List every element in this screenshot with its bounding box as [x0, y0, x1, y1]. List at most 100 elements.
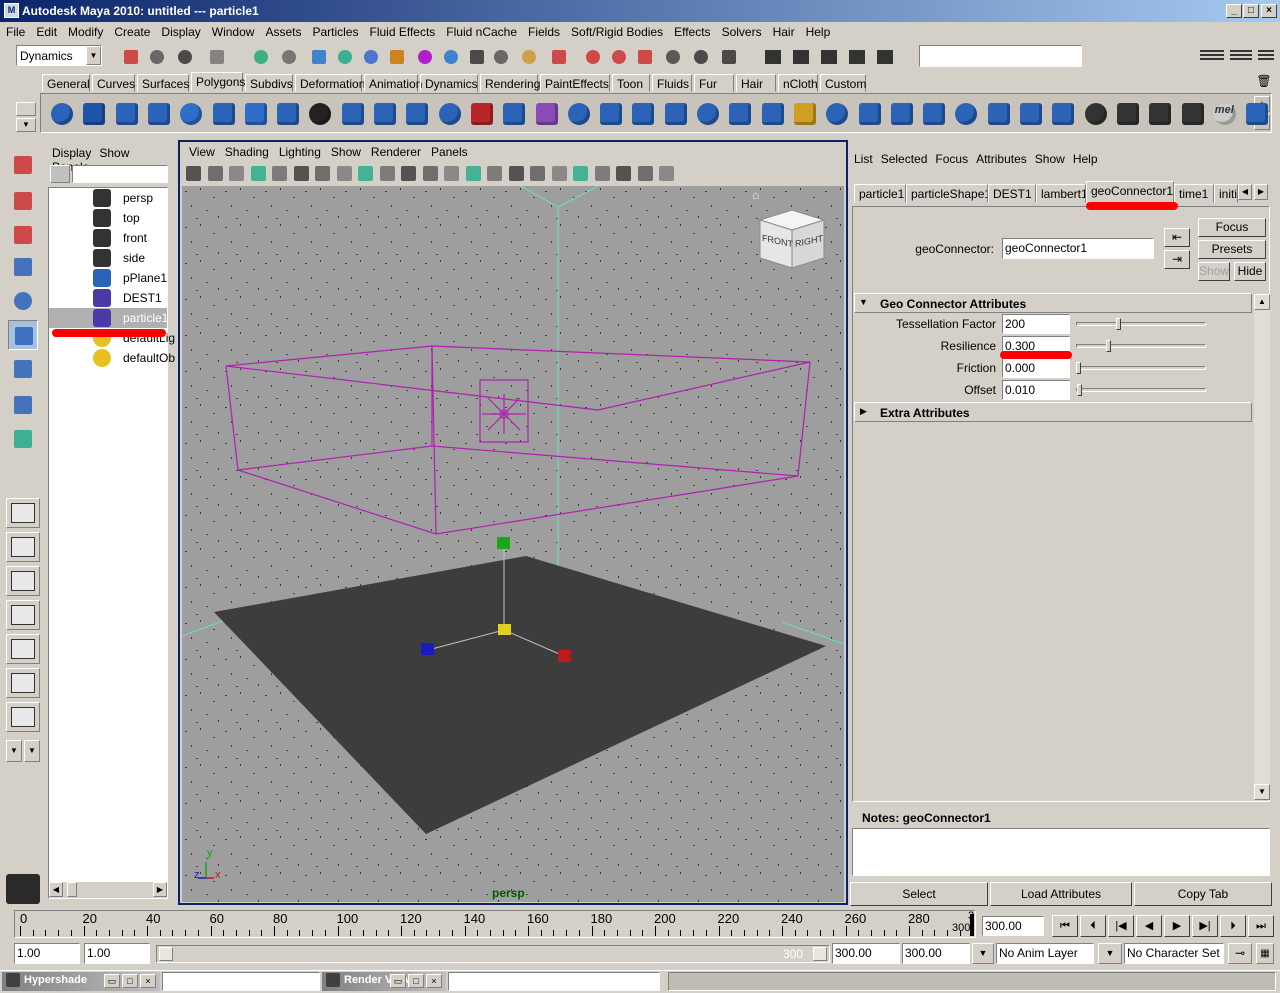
- smooth-icon[interactable]: [403, 100, 431, 128]
- ae-menu-list[interactable]: List: [850, 152, 877, 166]
- outliner-menu-display[interactable]: Display: [48, 146, 95, 160]
- ipr-render-icon[interactable]: [582, 46, 604, 68]
- menu-create[interactable]: Create: [108, 22, 155, 39]
- shadows-icon[interactable]: [528, 164, 547, 183]
- outliner-item-dest1[interactable]: DEST1: [49, 288, 167, 308]
- shelf-tab-hair[interactable]: Hair: [736, 74, 776, 92]
- menu-fields[interactable]: Fields: [522, 22, 565, 39]
- combine-icon[interactable]: [371, 100, 399, 128]
- film-gate-icon[interactable]: [292, 164, 311, 183]
- minimize-button[interactable]: _: [1226, 4, 1242, 18]
- poly-pipe-icon[interactable]: [274, 100, 302, 128]
- play-backwards-icon[interactable]: ◀: [1136, 915, 1162, 937]
- single-pane-layout-icon[interactable]: [6, 498, 40, 528]
- scroll-up-icon[interactable]: ▲: [1254, 294, 1270, 310]
- output-ops-icon[interactable]: [490, 46, 512, 68]
- outliner-item-front[interactable]: front: [49, 228, 167, 248]
- friction-slider-thumb[interactable]: [1076, 362, 1081, 374]
- end-time-field[interactable]: 300.00: [902, 943, 970, 964]
- node-name-field[interactable]: geoConnector1: [1002, 238, 1154, 259]
- menu-fluid-effects[interactable]: Fluid Effects: [363, 22, 440, 39]
- outliner-item-persp[interactable]: persp: [49, 188, 167, 208]
- shelf-tab-toon[interactable]: Toon: [612, 74, 650, 92]
- poly-cube-icon[interactable]: [80, 100, 108, 128]
- viewport-canvas[interactable]: y x z ⌂ FRONT RIGHT persp: [182, 186, 844, 902]
- snap-plane-icon[interactable]: [386, 46, 408, 68]
- minimized-window-render-view[interactable]: Render View ▭ □ ×: [322, 972, 446, 991]
- menu-effects[interactable]: Effects: [668, 22, 715, 39]
- poly-torus-icon[interactable]: [210, 100, 238, 128]
- shelf-tab-general[interactable]: General: [42, 74, 90, 92]
- separate-icon[interactable]: [339, 100, 367, 128]
- go-to-end-icon[interactable]: ⏭: [1248, 915, 1274, 937]
- ae-tab-dest1[interactable]: DEST1: [988, 184, 1036, 203]
- two-pane-layout-icon[interactable]: [6, 566, 40, 596]
- maximize-icon[interactable]: □: [122, 974, 138, 988]
- scroll-thumb[interactable]: [67, 882, 77, 897]
- save-scene-icon[interactable]: [174, 46, 196, 68]
- ae-menu-focus[interactable]: Focus: [931, 152, 972, 166]
- tab-scroll-left-icon[interactable]: ◀: [1238, 184, 1252, 200]
- scale-tool-icon[interactable]: [8, 320, 38, 350]
- shelf-chevron-down-icon[interactable]: ▼: [16, 118, 36, 132]
- clapper-3-icon[interactable]: [846, 46, 868, 68]
- outliner-menu-show[interactable]: Show: [95, 146, 133, 160]
- two-sided-lighting-icon[interactable]: [657, 164, 676, 183]
- checker-3-icon[interactable]: [1146, 100, 1174, 128]
- restore-icon[interactable]: ▭: [390, 974, 406, 988]
- focus-button[interactable]: Focus: [1198, 218, 1266, 237]
- texture-icon[interactable]: [550, 164, 569, 183]
- ae-tab-geoconnector1[interactable]: geoConnector1: [1086, 181, 1174, 203]
- maximize-icon[interactable]: □: [408, 974, 424, 988]
- restore-icon[interactable]: ▭: [104, 974, 120, 988]
- menu-solvers[interactable]: Solvers: [716, 22, 767, 39]
- menu-file[interactable]: File: [0, 22, 30, 39]
- ae-tab-particleshape1[interactable]: particleShape1: [906, 184, 988, 203]
- playback-start-field[interactable]: 1.00: [84, 943, 150, 964]
- attribute-editor-toggle-icon[interactable]: [1230, 48, 1252, 64]
- offset-edge-loop-icon[interactable]: [726, 100, 754, 128]
- command-input[interactable]: [919, 45, 1082, 67]
- viewport-menu-shading[interactable]: Shading: [220, 145, 274, 159]
- rotate-tool-icon[interactable]: [8, 286, 38, 316]
- shelf-tab-fluids[interactable]: Fluids: [652, 74, 692, 92]
- ae-tab-particle1[interactable]: particle1: [854, 184, 906, 203]
- step-back-frame-icon[interactable]: ⏴: [1080, 915, 1106, 937]
- ae-menu-selected[interactable]: Selected: [877, 152, 932, 166]
- shelf-options-icon[interactable]: [16, 102, 36, 116]
- attribute-editor-vscrollbar[interactable]: ▲ ▼: [1254, 294, 1270, 800]
- offset-slider[interactable]: [1076, 388, 1206, 392]
- show-manipulator-icon[interactable]: [8, 424, 38, 454]
- outliner-item-top[interactable]: top: [49, 208, 167, 228]
- xray-joints-icon[interactable]: [614, 164, 633, 183]
- shelf-tab-dynamics[interactable]: Dynamics: [420, 74, 478, 92]
- menu-help[interactable]: Help: [800, 22, 836, 39]
- persp-outliner-layout-icon[interactable]: [6, 600, 40, 630]
- uv-editor-icon[interactable]: [1049, 100, 1077, 128]
- fill-hole-icon[interactable]: [823, 100, 851, 128]
- step-forward-key-icon[interactable]: ▶|: [1192, 915, 1218, 937]
- go-to-start-icon[interactable]: ⏮: [1052, 915, 1078, 937]
- checker-2-icon[interactable]: [1114, 100, 1142, 128]
- range-start-handle[interactable]: [159, 947, 173, 961]
- resilience-slider[interactable]: [1076, 344, 1206, 348]
- make-live-icon[interactable]: [414, 46, 436, 68]
- hide-button[interactable]: Hide: [1234, 262, 1266, 281]
- poly-cone-icon[interactable]: [145, 100, 173, 128]
- minimized-window-hypershade[interactable]: Hypershade ▭ □ ×: [2, 972, 160, 991]
- geo-connector-section-header[interactable]: ▼ Geo Connector Attributes: [854, 293, 1252, 313]
- maximize-button[interactable]: □: [1243, 4, 1259, 18]
- shelf-tab-curves[interactable]: Curves: [92, 74, 135, 92]
- menu-assets[interactable]: Assets: [259, 22, 306, 39]
- outliner-item-side[interactable]: side: [49, 248, 167, 268]
- close-icon[interactable]: ×: [140, 974, 156, 988]
- viewport-menu-show[interactable]: Show: [326, 145, 366, 159]
- key-icon[interactable]: ⊸: [1228, 943, 1252, 964]
- ae-tab-time1[interactable]: time1: [1174, 184, 1214, 203]
- lasso-tool-icon[interactable]: [8, 186, 38, 216]
- layout-chevron-icon[interactable]: ▼: [6, 740, 22, 762]
- hypershade-icon[interactable]: [634, 46, 656, 68]
- anim-layer-chevron-icon[interactable]: ▼: [972, 943, 994, 964]
- select-camera-icon[interactable]: [184, 164, 203, 183]
- merge-vertex-icon[interactable]: [759, 100, 787, 128]
